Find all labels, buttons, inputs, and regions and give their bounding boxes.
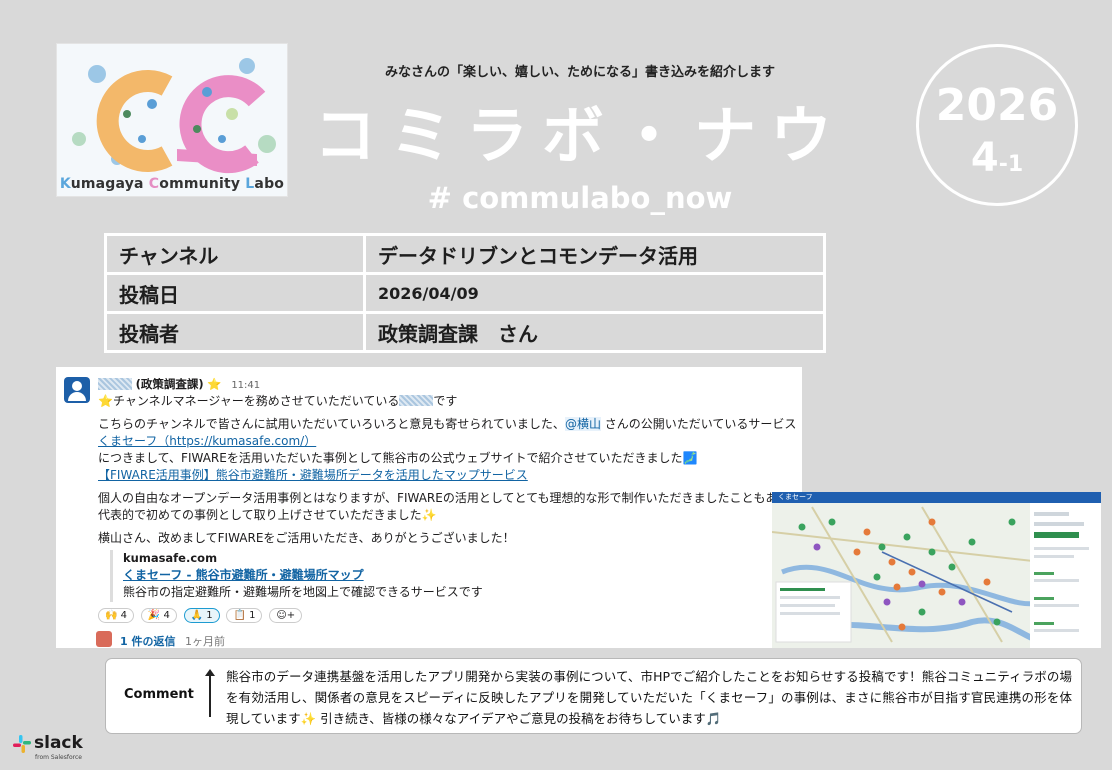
author-value: 政策調査課 さん	[363, 311, 826, 353]
slack-logo: slack from Salesforce	[12, 733, 83, 761]
preview-description: 熊谷市の指定避難所・避難場所を地図上で確認できるサービスです	[123, 585, 483, 599]
reply-thread: 1 件の返信 1ヶ月前	[120, 633, 225, 648]
case-study-link[interactable]: 【FIWARE活用事例】熊谷市避難所・避難場所データを活用したマップサービス	[98, 468, 528, 482]
author-row: 投稿者 政策調査課 さん	[104, 311, 826, 353]
kumagaya-community-labo-logo: Kumagaya Community Labo	[56, 43, 288, 197]
slack-icon	[13, 735, 31, 753]
reply-avatar[interactable]	[96, 631, 112, 647]
comment-box: Comment 熊谷市のデータ連携基盤を活用したアプリ開発から実装の事例について…	[106, 659, 1081, 733]
channel-row: チャンネル データドリブンとコモンデータ活用	[104, 233, 826, 275]
logo-illustration	[57, 44, 287, 196]
map-image	[772, 503, 1101, 648]
user-mention[interactable]: @横山	[564, 417, 601, 431]
reactions: 🙌 4 🎉 4 🙏 1 📋 1 ☺+	[98, 607, 305, 623]
issue-year: 2026	[935, 80, 1059, 131]
header-subtitle: みなさんの「楽しい、嬉しい、ためになる」書き込みを紹介します	[384, 65, 775, 80]
post-line-6: 個人の自由なオープンデータ活用事例とはなりますが、FIWAREの活用としてとても…	[98, 491, 790, 505]
hashtag: # commulabo_now	[427, 181, 733, 215]
kumasafe-map-screenshot: くまセーフ	[772, 492, 1101, 648]
redacted-name	[98, 378, 132, 390]
avatar[interactable]	[64, 377, 90, 403]
post-line-5: 【FIWARE活用事例】熊谷市避難所・避難場所データを活用したマップサービス	[98, 466, 528, 483]
channel-label: チャンネル	[104, 233, 366, 275]
reply-time: 1ヶ月前	[184, 635, 225, 648]
post-line-2: こちらのチャンネルで皆さんに試用いただいていろいろと意見も寄せられていました、@…	[98, 417, 797, 431]
date-label: 投稿日	[104, 272, 366, 314]
date-row: 投稿日 2026/04/09	[104, 272, 826, 314]
issue-badge: 2026 4-1	[916, 44, 1078, 206]
preview-site: kumasafe.com	[123, 551, 218, 565]
reaction-thanks[interactable]: 🙏 1	[183, 608, 220, 623]
slack-wordmark: slack	[34, 733, 83, 753]
date-value: 2026/04/09	[363, 272, 826, 314]
post-header: (政策調査課) ⭐ 11:41	[98, 376, 260, 392]
post-time[interactable]: 11:41	[231, 380, 260, 391]
map-header: くまセーフ	[772, 492, 1101, 503]
post-line-3: くまセーフ（https://kumasafe.com/）	[98, 432, 316, 449]
post-line-7: 代表的で初めての事例として取り上げさせていただきました✨	[98, 508, 437, 522]
author-name[interactable]: (政策調査課)	[136, 377, 204, 391]
preview-title[interactable]: くまセーフ - 熊谷市避難所・避難場所マップ	[123, 567, 503, 584]
post-line-4: につきまして、FIWAREを活用いただいた事例として熊谷市の公式ウェブサイトで紹…	[98, 451, 698, 465]
comment-label: Comment	[124, 687, 194, 702]
reaction-party[interactable]: 🎉 4	[140, 608, 177, 623]
page-title: コミラボ・ナウ	[313, 99, 846, 172]
kumasafe-link[interactable]: くまセーフ（https://kumasafe.com/）	[98, 434, 316, 448]
slack-from-salesforce: from Salesforce	[35, 754, 82, 761]
arrow-up-icon	[205, 669, 215, 717]
channel-value: データドリブンとコモンデータ活用	[363, 233, 826, 275]
reaction-raised-hands[interactable]: 🙌 4	[98, 608, 134, 623]
star-icon: ⭐	[207, 377, 222, 391]
info-table: チャンネル データドリブンとコモンデータ活用 投稿日 2026/04/09 投稿…	[104, 233, 826, 353]
slack-post: (政策調査課) ⭐ 11:41 ⭐チャンネルマネージャーを務めさせていただいてい…	[56, 367, 802, 648]
issue-number: 4-1	[970, 135, 1024, 181]
redacted-name	[399, 395, 434, 406]
post-line-8: 横山さん、改めましてFIWAREをご活用いただき、ありがとうございました！	[98, 531, 515, 545]
reply-count-link[interactable]: 1 件の返信	[120, 635, 175, 648]
add-reaction-icon[interactable]: ☺+	[269, 608, 303, 623]
logo-text: Kumagaya Community Labo	[59, 176, 285, 192]
link-preview: kumasafe.com くまセーフ - 熊谷市避難所・避難場所マップ 熊谷市の…	[110, 550, 503, 602]
comment-text: 熊谷市のデータ連携基盤を活用したアプリ開発から実装の事例について、市HPでご紹介…	[226, 669, 1072, 726]
author-label: 投稿者	[104, 311, 366, 353]
reaction-clipboard[interactable]: 📋 1	[226, 608, 263, 623]
post-line-1: ⭐チャンネルマネージャーを務めさせていただいている です	[98, 394, 458, 408]
